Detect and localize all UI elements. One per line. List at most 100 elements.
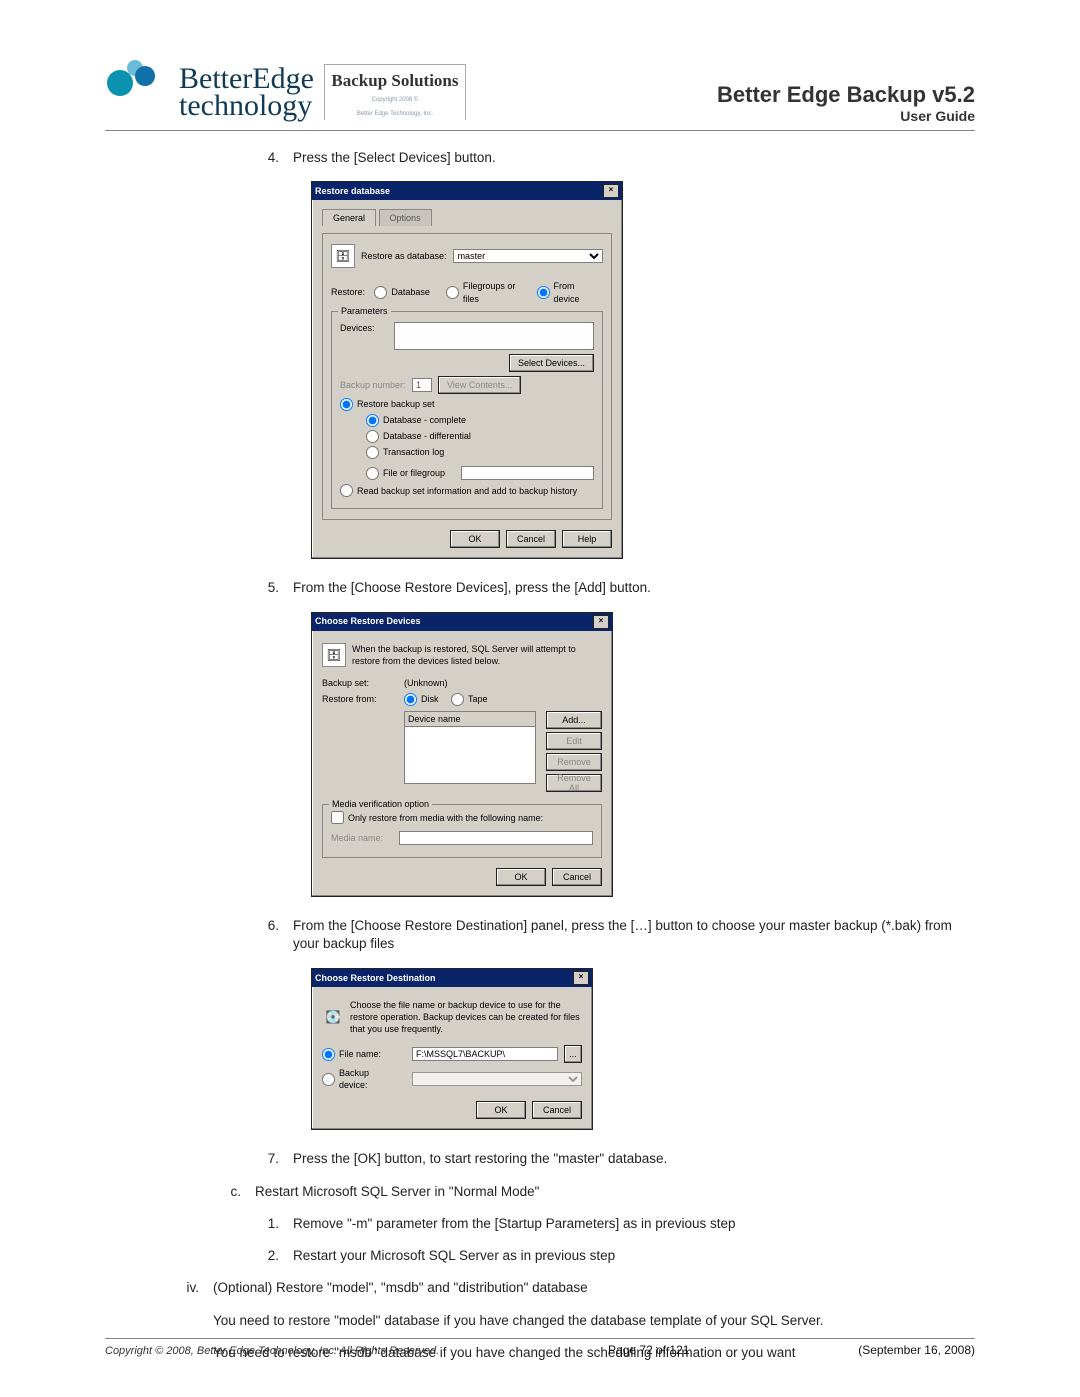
iv-para1: You need to restore "model" database if … — [213, 1312, 975, 1330]
restore-as-select[interactable]: master — [453, 249, 603, 263]
backup-device-select — [412, 1072, 582, 1086]
step-text: Restart Microsoft SQL Server in "Normal … — [255, 1183, 975, 1201]
logo-icon — [105, 60, 169, 124]
logo-text: BetterEdge — [179, 65, 314, 92]
disk-icon: 💽 — [322, 1006, 344, 1028]
view-contents-button: View Contents... — [438, 376, 521, 394]
radio-filegroups[interactable]: Filegroups or files — [446, 280, 521, 304]
add-button[interactable]: Add... — [546, 711, 602, 729]
ok-button[interactable]: OK — [450, 530, 500, 548]
product-title: Better Edge Backup v5.2 — [717, 82, 975, 108]
logo-subtext: technology — [179, 92, 314, 119]
radio-db-complete[interactable]: Database - complete — [366, 414, 466, 427]
file-name-input[interactable] — [412, 1047, 558, 1061]
choose-restore-devices-dialog: Choose Restore Devices × 🗄 When the back… — [311, 612, 613, 898]
remove-button: Remove — [546, 753, 602, 771]
bs-copy2: Better Edge Technology, Inc. — [325, 111, 465, 118]
backup-number-label: Backup number: — [340, 379, 406, 391]
step-text: Restart your Microsoft SQL Server as in … — [293, 1247, 975, 1265]
logo-block: BetterEdge technology Backup Solutions C… — [105, 60, 466, 124]
media-name-input — [399, 831, 593, 845]
ok-button[interactable]: OK — [496, 868, 546, 886]
browse-button[interactable]: ... — [564, 1045, 582, 1063]
remove-all-button: Remove All — [546, 774, 602, 792]
tab-options[interactable]: Options — [379, 209, 432, 226]
bs-copy1: Copyright 2008 © — [325, 97, 465, 104]
page-header: BetterEdge technology Backup Solutions C… — [105, 60, 975, 131]
close-icon[interactable]: × — [603, 184, 619, 198]
step-text: Press the [Select Devices] button. — [293, 149, 975, 167]
media-name-label: Media name: — [331, 832, 393, 844]
cancel-button[interactable]: Cancel — [552, 868, 602, 886]
server-icon: 🗄 — [322, 643, 346, 667]
radio-disk[interactable]: Disk — [404, 693, 439, 706]
radio-tlog[interactable]: Transaction log — [366, 446, 444, 459]
cancel-button[interactable]: Cancel — [506, 530, 556, 548]
step-7: 7. Press the [OK] button, to start resto… — [255, 1150, 975, 1168]
tab-general[interactable]: General — [322, 209, 376, 226]
restore-label: Restore: — [331, 286, 368, 298]
step-number: 4. — [255, 149, 279, 167]
copyright: Copyright © 2008, Better Edge Technology… — [105, 1345, 439, 1357]
bs-title: Backup Solutions — [325, 71, 465, 91]
parameters-group: Parameters — [338, 305, 391, 317]
step-c1: 1. Remove "-m" parameter from the [Start… — [255, 1215, 975, 1233]
intro-text: Choose the file name or backup device to… — [350, 999, 582, 1035]
step-text: Remove "-m" parameter from the [Startup … — [293, 1215, 975, 1233]
close-icon[interactable]: × — [593, 615, 609, 629]
backup-set-label: Backup set: — [322, 677, 398, 689]
file-fg-input[interactable] — [461, 466, 594, 480]
restore-database-dialog: Restore database × General Options 🗄 Res… — [311, 181, 623, 559]
step-number: 5. — [255, 579, 279, 597]
devices-list[interactable] — [394, 322, 594, 350]
step-c2: 2. Restart your Microsoft SQL Server as … — [255, 1247, 975, 1265]
help-button[interactable]: Help — [562, 530, 612, 548]
choose-restore-destination-dialog: Choose Restore Destination × 💽 Choose th… — [311, 968, 593, 1131]
dialog-title: Choose Restore Destination — [315, 972, 436, 984]
radio-db-diff[interactable]: Database - differential — [366, 430, 471, 443]
edit-button: Edit — [546, 732, 602, 750]
step-number: 6. — [255, 917, 279, 953]
select-devices-button[interactable]: Select Devices... — [509, 354, 594, 372]
page-number: Page 72 of 121 — [608, 1343, 689, 1357]
radio-fromdevice[interactable]: From device — [537, 280, 593, 304]
footer-date: (September 16, 2008) — [858, 1343, 975, 1357]
restore-from-label: Restore from: — [322, 693, 398, 705]
step-5: 5. From the [Choose Restore Devices], pr… — [255, 579, 975, 597]
radio-file-name[interactable]: File name: — [322, 1048, 396, 1061]
step-6: 6. From the [Choose Restore Destination]… — [255, 917, 975, 953]
step-4: 4. Press the [Select Devices] button. — [255, 149, 975, 167]
radio-backup-device[interactable]: Backup device: — [322, 1067, 396, 1091]
database-icon: 🗄 — [331, 244, 355, 268]
step-number: 1. — [255, 1215, 279, 1233]
guide-subtitle: User Guide — [717, 108, 975, 124]
restore-as-label: Restore as database: — [361, 250, 447, 262]
step-text: Press the [OK] button, to start restorin… — [293, 1150, 975, 1168]
step-text: (Optional) Restore "model", "msdb" and "… — [213, 1279, 975, 1297]
backup-set-value: (Unknown) — [404, 677, 448, 689]
page-footer: Copyright © 2008, Better Edge Technology… — [105, 1338, 975, 1357]
radio-restore-backup-set[interactable]: Restore backup set — [340, 398, 435, 411]
step-c: c. Restart Microsoft SQL Server in "Norm… — [217, 1183, 975, 1201]
media-verification-group: Media verification option — [329, 798, 432, 810]
dialog-title: Choose Restore Devices — [315, 615, 421, 627]
step-number: c. — [217, 1183, 241, 1201]
intro-text: When the backup is restored, SQL Server … — [352, 643, 602, 667]
step-text: From the [Choose Restore Devices], press… — [293, 579, 975, 597]
backup-number-input — [412, 378, 432, 392]
header-right: Better Edge Backup v5.2 User Guide — [717, 82, 975, 124]
step-text: From the [Choose Restore Destination] pa… — [293, 917, 975, 953]
cancel-button[interactable]: Cancel — [532, 1101, 582, 1119]
dialog-title: Restore database — [315, 185, 390, 197]
device-list[interactable] — [404, 726, 536, 784]
step-number: 7. — [255, 1150, 279, 1168]
devices-label: Devices: — [340, 322, 388, 334]
chk-only-restore[interactable]: Only restore from media with the followi… — [331, 811, 543, 824]
radio-database[interactable]: Database — [374, 286, 430, 299]
close-icon[interactable]: × — [573, 971, 589, 985]
step-number: 2. — [255, 1247, 279, 1265]
ok-button[interactable]: OK — [476, 1101, 526, 1119]
radio-read-history[interactable]: Read backup set information and add to b… — [340, 484, 577, 497]
radio-tape[interactable]: Tape — [451, 693, 488, 706]
radio-file-fg[interactable]: File or filegroup — [366, 467, 445, 480]
